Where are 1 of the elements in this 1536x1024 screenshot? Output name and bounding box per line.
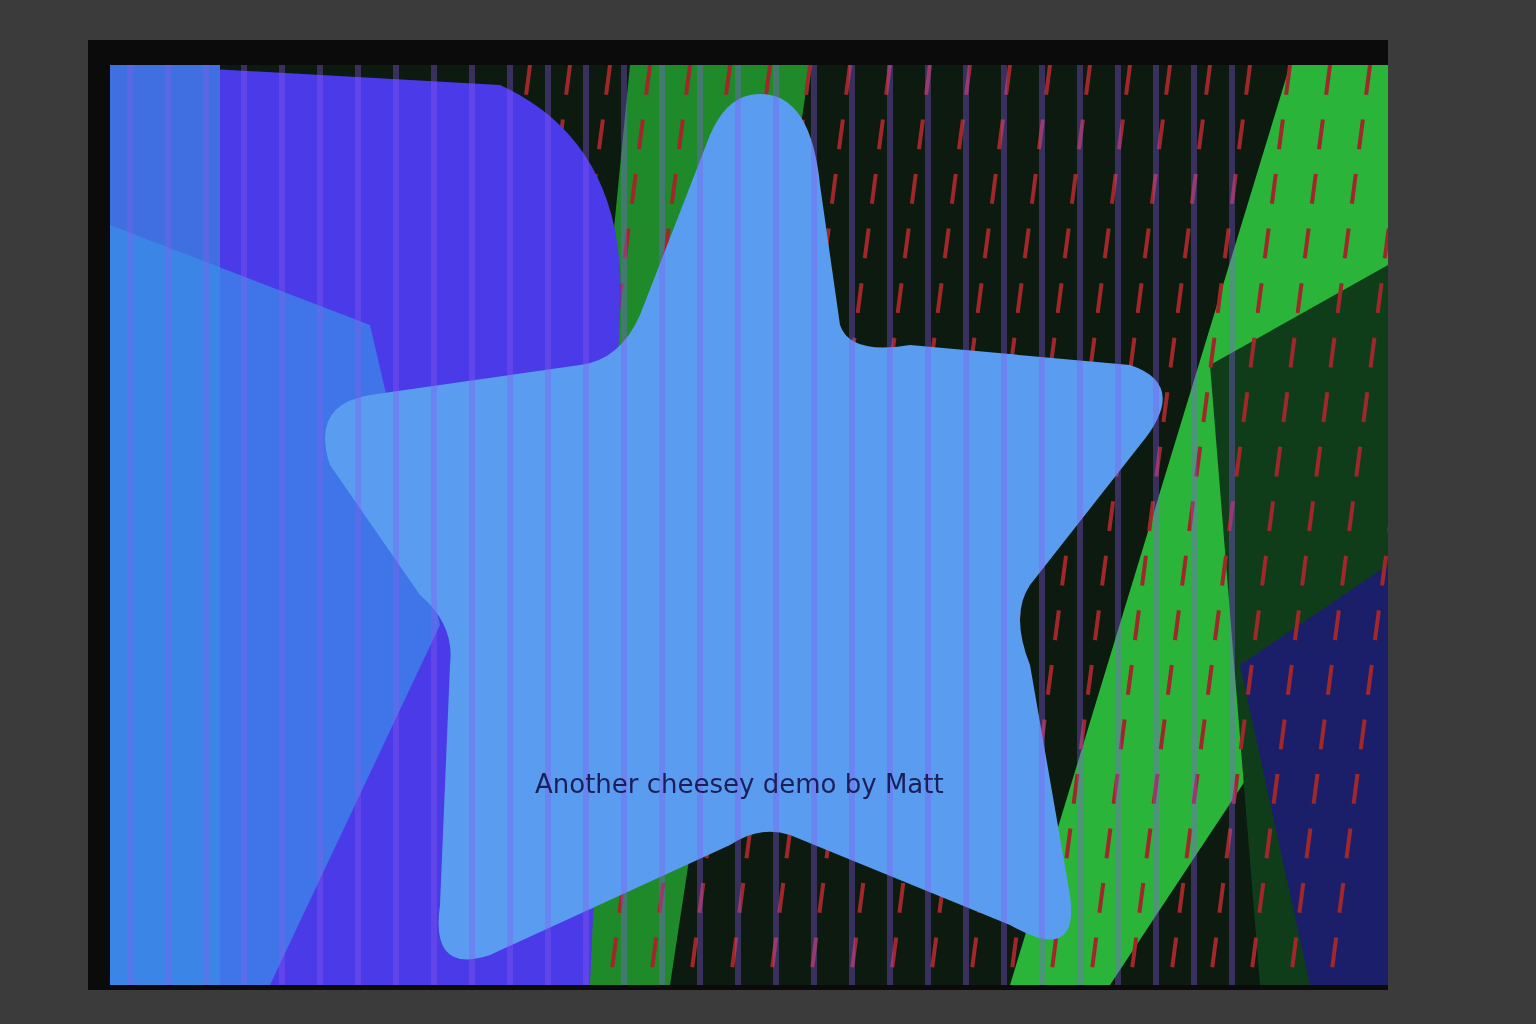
demo-caption: Another cheesey demo by Matt: [535, 768, 944, 801]
